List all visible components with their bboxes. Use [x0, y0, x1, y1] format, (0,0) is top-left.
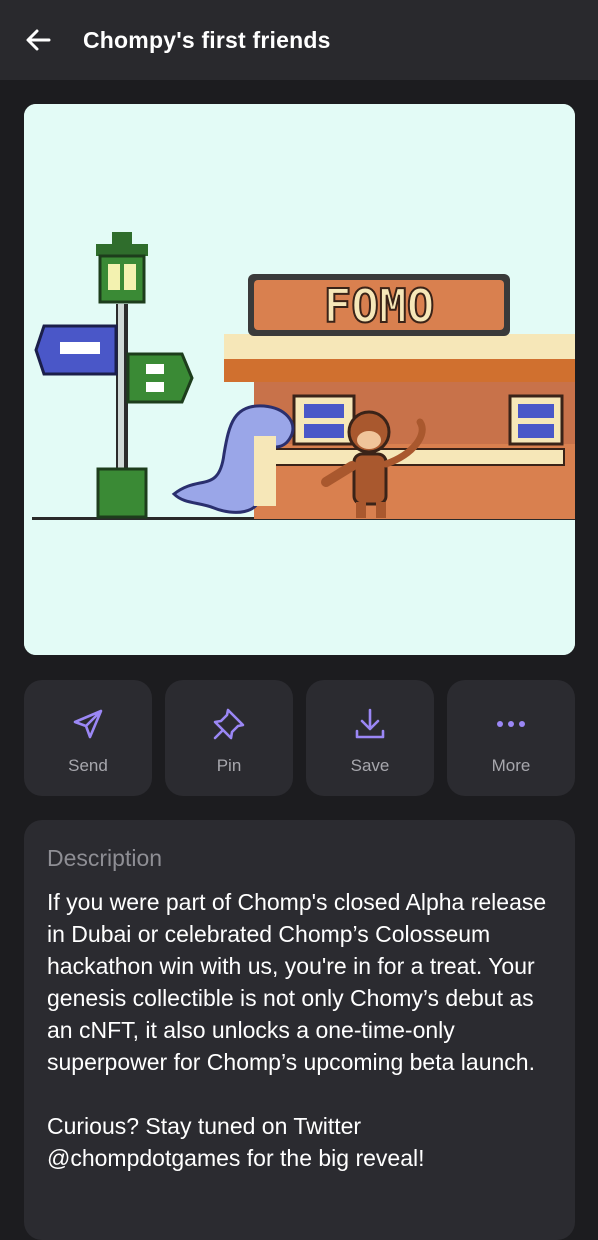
- top-app-bar: Chompy's first friends: [0, 0, 598, 80]
- description-body: If you were part of Chomp's closed Alpha…: [47, 886, 557, 1206]
- save-button[interactable]: Save: [306, 680, 434, 796]
- description-paragraph: Curious? Stay tuned on Twitter @chompdot…: [47, 1113, 425, 1171]
- action-row: Send Pin Save More: [24, 680, 575, 796]
- pin-icon: [211, 706, 247, 742]
- send-label: Send: [68, 756, 108, 775]
- more-label: More: [491, 756, 531, 775]
- save-label: Save: [350, 756, 390, 775]
- description-card: Description If you were part of Chomp's …: [24, 820, 575, 1240]
- more-icon: [493, 706, 529, 742]
- back-button[interactable]: [22, 24, 54, 56]
- send-button[interactable]: Send: [24, 680, 152, 796]
- send-icon: [70, 706, 106, 742]
- page-title: Chompy's first friends: [83, 27, 331, 53]
- download-icon: [352, 706, 388, 742]
- pin-label: Pin: [216, 756, 242, 775]
- shop-sign-text: FOMO: [324, 279, 435, 333]
- nft-artwork[interactable]: FOMO: [24, 104, 575, 655]
- more-button[interactable]: More: [447, 680, 575, 796]
- description-paragraph: If you were part of Chomp's closed Alpha…: [47, 889, 547, 1075]
- pin-button[interactable]: Pin: [165, 680, 293, 796]
- pixel-art-scene: FOMO: [24, 104, 575, 655]
- back-arrow-icon: [26, 29, 51, 51]
- description-heading: Description: [47, 845, 163, 871]
